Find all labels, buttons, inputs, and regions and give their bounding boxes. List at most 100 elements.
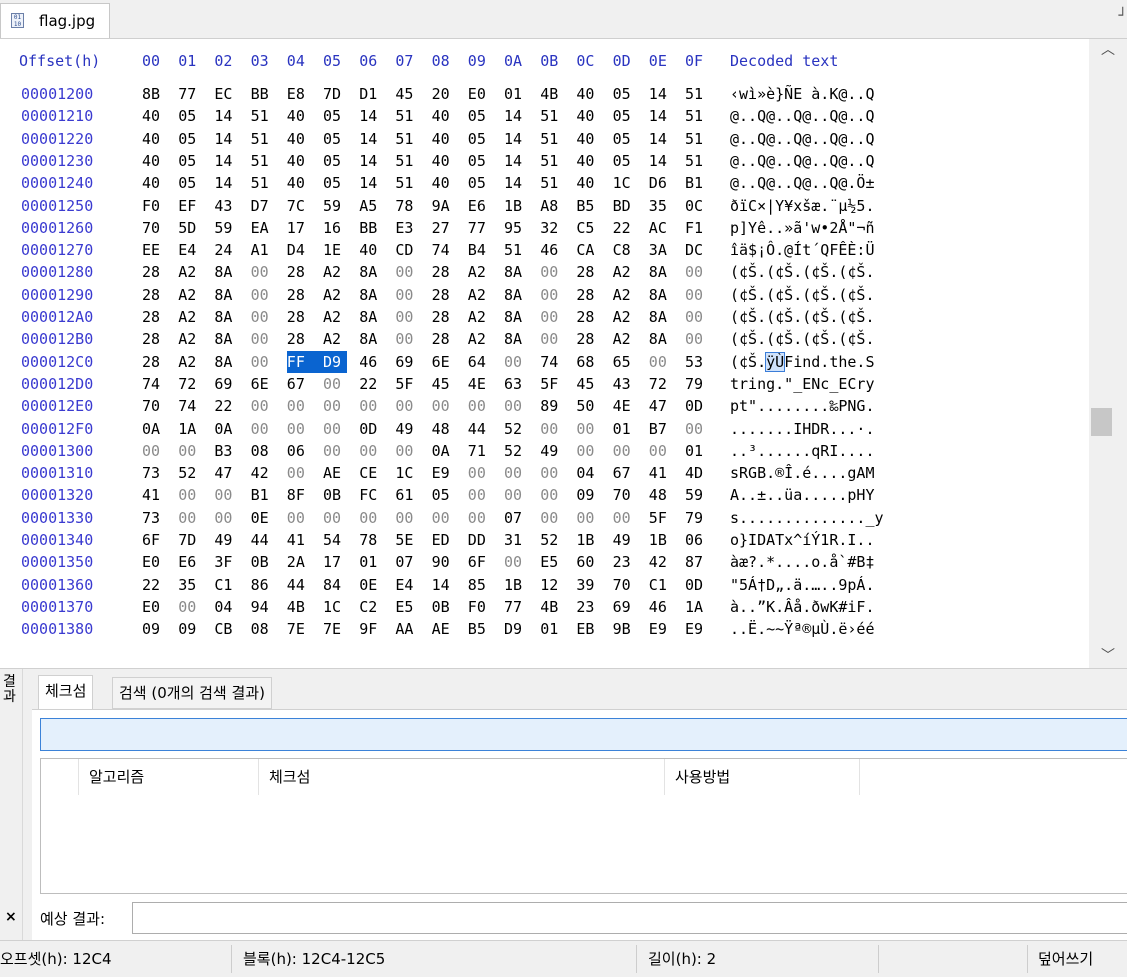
hex-byte[interactable]: 00 [649, 351, 673, 373]
hex-byte[interactable]: 00 [576, 507, 600, 529]
hex-byte[interactable]: 00 [540, 462, 564, 484]
hex-byte[interactable]: 0A [432, 440, 456, 462]
hex-byte[interactable]: 14 [649, 105, 673, 127]
hex-byte[interactable]: 48 [649, 484, 673, 506]
hex-byte[interactable]: 5E [395, 529, 419, 551]
hex-byte[interactable]: 14 [359, 150, 383, 172]
hex-byte[interactable]: 40 [576, 172, 600, 194]
hex-byte[interactable]: 0E [251, 507, 275, 529]
hex-byte[interactable]: 40 [576, 105, 600, 127]
hex-byte[interactable]: E0 [142, 551, 166, 573]
hex-row[interactable]: 00001350 E0 E6 3F 0B 2A 17 01 07 90 6F 00 E5 60 23 42 87… [0, 551, 1089, 573]
hex-byte[interactable]: 0B [323, 484, 347, 506]
hex-byte[interactable]: 2A [287, 551, 311, 573]
hex-byte[interactable]: 00 [323, 507, 347, 529]
hex-byte[interactable]: 69 [613, 596, 637, 618]
hex-byte[interactable]: 00 [468, 462, 492, 484]
hex-byte[interactable]: 52 [178, 462, 202, 484]
decoded-text[interactable]: (¢Š.(¢Š.(¢Š.(¢Š. [730, 261, 875, 283]
hex-byte[interactable]: AE [323, 462, 347, 484]
hex-byte[interactable]: 28 [287, 328, 311, 350]
decoded-text[interactable]: sRGB.®Î.é....gAM [730, 462, 875, 484]
hex-byte[interactable]: 40 [432, 172, 456, 194]
hex-byte[interactable]: AC [649, 217, 673, 239]
column-header-algorithm[interactable]: 알고리즘 [79, 759, 259, 795]
hex-byte[interactable]: 43 [613, 373, 637, 395]
hex-row[interactable]: 00001300 00 00 B3 08 06 00 00 00 0A 71 52 49 00 00 00 01… [0, 440, 1089, 462]
hex-byte[interactable]: 8A [649, 306, 673, 328]
hex-byte[interactable]: DC [685, 239, 709, 261]
hex-byte[interactable]: 0B [251, 551, 275, 573]
hex-byte[interactable]: 59 [214, 217, 238, 239]
hex-byte[interactable]: 5F [540, 373, 564, 395]
hex-byte[interactable]: 59 [323, 195, 347, 217]
hex-byte[interactable]: 14 [214, 128, 238, 150]
hex-byte[interactable]: 27 [432, 217, 456, 239]
hex-byte[interactable]: D9 [323, 350, 347, 373]
hex-byte[interactable]: A2 [178, 261, 202, 283]
file-tab[interactable]: 01 10 flag.jpg [0, 3, 110, 38]
decoded-text[interactable]: @..Q@..Q@..Q@..Q [730, 105, 875, 127]
hex-byte[interactable]: 22 [613, 217, 637, 239]
hex-byte[interactable]: 05 [613, 150, 637, 172]
hex-byte[interactable]: 00 [359, 507, 383, 529]
hex-byte[interactable]: E5 [540, 551, 564, 573]
hex-byte[interactable]: F0 [142, 195, 166, 217]
hex-byte[interactable]: 5D [178, 217, 202, 239]
hex-byte[interactable]: 40 [287, 128, 311, 150]
hex-byte[interactable]: 70 [142, 217, 166, 239]
hex-byte[interactable]: 45 [432, 373, 456, 395]
hex-byte[interactable]: 20 [432, 83, 456, 105]
hex-byte[interactable]: 40 [142, 105, 166, 127]
hex-byte[interactable]: 40 [576, 150, 600, 172]
hex-byte[interactable]: 51 [540, 172, 564, 194]
hex-byte[interactable]: 14 [649, 128, 673, 150]
hex-byte[interactable]: 0D [685, 574, 709, 596]
hex-byte[interactable]: EF [178, 195, 202, 217]
hex-byte[interactable]: 00 [395, 507, 419, 529]
decoded-text[interactable]: "5Á†D„.ä.…..9pÁ. [730, 574, 875, 596]
hex-byte[interactable]: 5F [395, 373, 419, 395]
hex-byte[interactable]: 46 [359, 351, 383, 373]
hex-byte[interactable]: 00 [287, 507, 311, 529]
hex-byte[interactable]: 17 [323, 551, 347, 573]
hex-byte[interactable]: A2 [468, 261, 492, 283]
hex-byte[interactable]: 78 [395, 195, 419, 217]
hex-byte[interactable]: 00 [504, 551, 528, 573]
hex-byte[interactable]: 51 [251, 150, 275, 172]
hex-byte[interactable]: 28 [142, 261, 166, 283]
hex-row[interactable]: 00001220 40 05 14 51 40 05 14 51 40 05 14 51 40 05 14 51… [0, 128, 1089, 150]
hex-byte[interactable]: 74 [142, 373, 166, 395]
hex-byte[interactable]: 1B [576, 529, 600, 551]
hex-row[interactable]: 00001210 40 05 14 51 40 05 14 51 40 05 14 51 40 05 14 51… [0, 105, 1089, 127]
hex-byte[interactable]: 00 [395, 306, 419, 328]
hex-row[interactable]: 00001250 F0 EF 43 D7 7C 59 A5 78 9A E6 1B A8 B5 BD 35 0C… [0, 195, 1089, 217]
hex-byte[interactable]: 14 [214, 172, 238, 194]
hex-byte[interactable]: 40 [287, 105, 311, 127]
hex-byte[interactable]: 95 [504, 217, 528, 239]
hex-byte[interactable]: A2 [613, 284, 637, 306]
hex-byte[interactable]: 00 [468, 507, 492, 529]
hex-byte[interactable]: 00 [504, 462, 528, 484]
hex-byte[interactable]: D4 [287, 239, 311, 261]
hex-byte[interactable]: 7D [323, 83, 347, 105]
hex-byte[interactable]: 05 [468, 172, 492, 194]
hex-byte[interactable]: 51 [251, 172, 275, 194]
hex-byte[interactable]: 28 [432, 328, 456, 350]
hex-byte[interactable]: B4 [468, 239, 492, 261]
hex-byte[interactable]: 00 [540, 484, 564, 506]
hex-byte[interactable]: 44 [468, 418, 492, 440]
hex-byte[interactable]: A2 [613, 261, 637, 283]
hex-byte[interactable]: 00 [395, 440, 419, 462]
hex-byte[interactable]: C1 [649, 574, 673, 596]
hex-byte[interactable]: 6E [251, 373, 275, 395]
hex-byte[interactable]: 1A [178, 418, 202, 440]
decoded-text[interactable]: (¢Š.(¢Š.(¢Š.(¢Š. [730, 284, 875, 306]
hex-byte[interactable]: 54 [323, 529, 347, 551]
hex-byte[interactable]: 1E [323, 239, 347, 261]
hex-byte[interactable]: E9 [649, 618, 673, 640]
hex-byte[interactable]: E9 [432, 462, 456, 484]
column-header-checksum[interactable]: 체크섬 [259, 759, 665, 795]
hex-byte[interactable]: 28 [142, 328, 166, 350]
hex-row[interactable]: 00001200 8B 77 EC BB E8 7D D1 45 20 E0 01 4B 40 05 14 51… [0, 83, 1089, 105]
